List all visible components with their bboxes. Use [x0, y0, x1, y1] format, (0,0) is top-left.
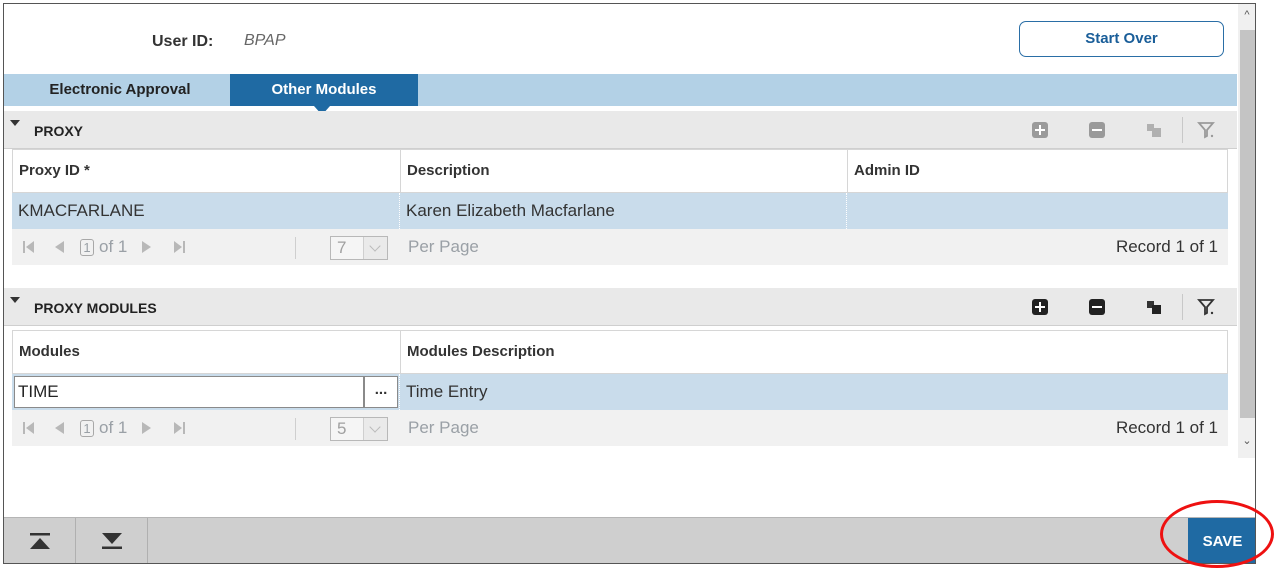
- table-row[interactable]: TIME ... Time Entry: [12, 374, 1228, 410]
- tab-electronic-approval[interactable]: Electronic Approval: [10, 74, 230, 106]
- grid-header-row: Modules Modules Description: [12, 330, 1229, 375]
- pager-divider: [295, 418, 296, 440]
- per-page-label: Per Page: [408, 237, 479, 256]
- next-page-icon[interactable]: [140, 420, 154, 436]
- vertical-scrollbar[interactable]: ^ ⌄: [1238, 4, 1255, 458]
- per-page-label: Per Page: [408, 418, 479, 437]
- section-title: PROXY: [34, 123, 84, 139]
- pager-divider: [295, 237, 296, 259]
- next-page-icon[interactable]: [140, 239, 154, 255]
- record-count: Record 1 of 1: [1115, 418, 1218, 437]
- column-header-modules-description[interactable]: Modules Description: [401, 331, 1229, 375]
- column-header-description[interactable]: Description: [401, 150, 848, 194]
- lookup-button[interactable]: ...: [364, 376, 398, 408]
- delete-icon[interactable]: [1087, 297, 1107, 317]
- page-count-label: of 1: [99, 418, 128, 437]
- grid-header-row: Proxy ID * Description Admin ID: [12, 149, 1228, 194]
- admin-id-cell[interactable]: [847, 193, 1227, 229]
- module-input[interactable]: TIME: [14, 376, 364, 408]
- page-number-input[interactable]: 1: [80, 239, 94, 256]
- scroll-down-icon[interactable]: ⌄: [1242, 436, 1252, 447]
- per-page-select[interactable]: 5: [330, 417, 388, 441]
- toolbar-divider: [1182, 117, 1183, 143]
- first-page-icon[interactable]: [22, 239, 36, 255]
- go-to-bottom-icon: [102, 533, 122, 549]
- section-title: PROXY MODULES: [34, 300, 157, 316]
- insert-icon[interactable]: [1030, 297, 1050, 317]
- user-id-value: BPAP: [244, 32, 286, 49]
- proxy-modules-pager: 1 of 1 5 Per Page Record 1 of 1: [12, 410, 1228, 446]
- chevron-down-icon[interactable]: [363, 418, 387, 440]
- collapse-triangle-icon[interactable]: [10, 297, 20, 303]
- toolbar-divider: [1182, 294, 1183, 320]
- copy-icon[interactable]: [1144, 120, 1164, 140]
- footer-bar: SAVE: [4, 517, 1255, 563]
- proxy-id-cell[interactable]: KMACFARLANE: [12, 193, 400, 229]
- per-page-select[interactable]: 7: [330, 236, 388, 260]
- start-over-button[interactable]: Start Over: [1019, 21, 1224, 57]
- description-cell[interactable]: Karen Elizabeth Macfarlane: [400, 193, 847, 229]
- per-page-value: 5: [337, 419, 347, 438]
- first-page-icon[interactable]: [22, 420, 36, 436]
- last-page-icon[interactable]: [172, 239, 186, 255]
- last-page-icon[interactable]: [172, 420, 186, 436]
- proxy-modules-section-header[interactable]: PROXY MODULES: [4, 288, 1237, 326]
- record-count: Record 1 of 1: [1115, 237, 1218, 256]
- scrollbar-thumb[interactable]: [1240, 30, 1255, 418]
- column-header-proxy-id[interactable]: Proxy ID *: [13, 150, 401, 194]
- collapse-triangle-icon[interactable]: [10, 120, 20, 126]
- go-to-top-icon: [30, 533, 50, 549]
- page-count-label: of 1: [99, 237, 128, 256]
- insert-icon[interactable]: [1030, 120, 1050, 140]
- previous-page-icon[interactable]: [52, 420, 66, 436]
- key-block: User ID: BPAP Start Over: [4, 4, 1237, 74]
- app-window: User ID: BPAP Start Over Electronic Appr…: [3, 3, 1256, 564]
- chevron-down-icon[interactable]: [363, 237, 387, 259]
- table-row[interactable]: KMACFARLANE Karen Elizabeth Macfarlane: [12, 193, 1228, 229]
- page-number-input[interactable]: 1: [80, 420, 94, 437]
- column-header-modules[interactable]: Modules: [13, 331, 401, 375]
- scroll-up-icon[interactable]: ^: [1242, 10, 1252, 21]
- copy-icon[interactable]: [1144, 297, 1164, 317]
- user-id-label: User ID:: [152, 33, 214, 50]
- filter-icon[interactable]: [1196, 297, 1216, 317]
- delete-icon[interactable]: [1087, 120, 1107, 140]
- annotation-circle: [1160, 500, 1274, 568]
- tab-other-modules[interactable]: Other Modules: [230, 74, 418, 106]
- proxy-pager: 1 of 1 7 Per Page Record 1 of 1: [12, 229, 1228, 265]
- module-cell[interactable]: TIME ...: [12, 374, 400, 410]
- last-block-button[interactable]: [76, 518, 148, 563]
- first-block-button[interactable]: [4, 518, 76, 563]
- modules-description-cell[interactable]: Time Entry: [400, 374, 1228, 410]
- per-page-value: 7: [337, 238, 347, 257]
- filter-icon[interactable]: [1196, 120, 1216, 140]
- column-header-admin-id[interactable]: Admin ID: [848, 150, 1228, 194]
- tab-bar: Electronic Approval Other Modules: [4, 74, 1237, 106]
- previous-page-icon[interactable]: [52, 239, 66, 255]
- proxy-section-header[interactable]: PROXY: [4, 111, 1237, 149]
